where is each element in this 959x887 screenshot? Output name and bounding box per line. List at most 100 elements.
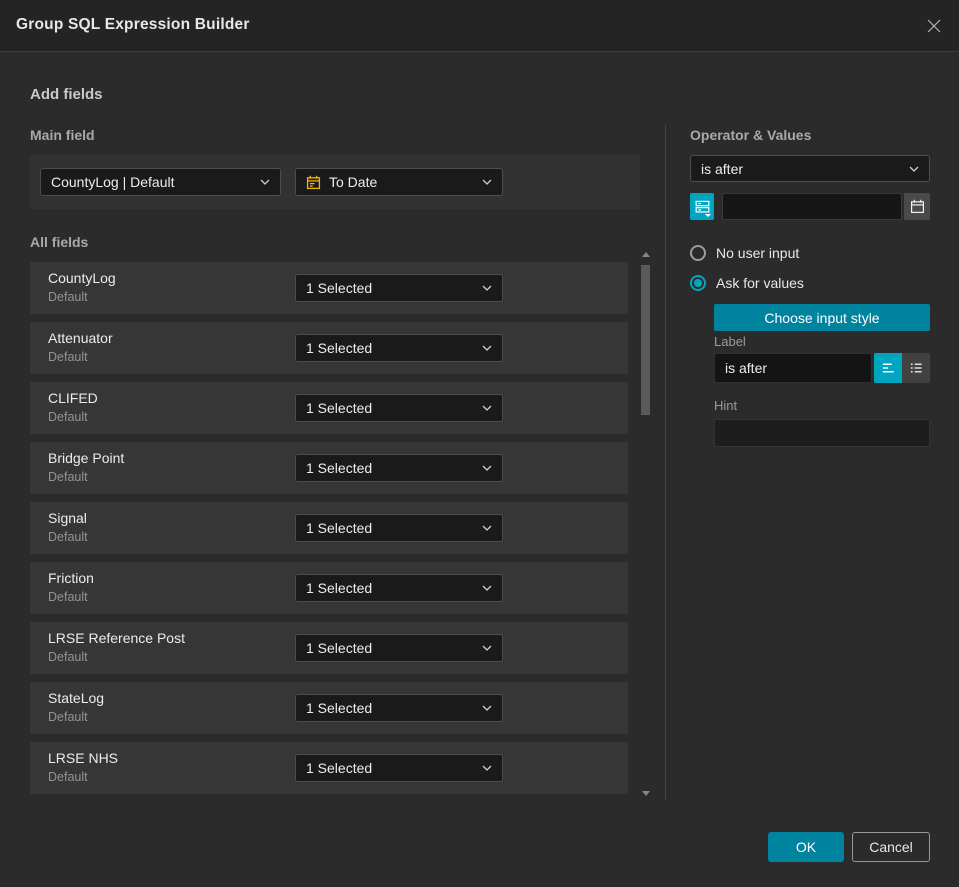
- field-selection-dropdown[interactable]: 1 Selected: [295, 274, 503, 302]
- chevron-down-icon: [482, 345, 492, 351]
- list-style-button[interactable]: [902, 353, 930, 383]
- user-input-radio-group: No user input Ask for values: [690, 244, 930, 304]
- main-field-panel: CountyLog | Default To Date: [30, 155, 640, 209]
- input-type-button[interactable]: [690, 193, 714, 220]
- title-bar: Group SQL Expression Builder: [0, 0, 959, 52]
- hint-field-label: Hint: [714, 398, 738, 413]
- field-selection-dropdown[interactable]: 1 Selected: [295, 634, 503, 662]
- operator-dropdown[interactable]: is after: [690, 155, 930, 182]
- field-selection-dropdown[interactable]: 1 Selected: [295, 694, 503, 722]
- chevron-down-icon: [482, 645, 492, 651]
- field-row: Bridge Point Default 1 Selected: [30, 442, 628, 494]
- field-name: StateLog: [48, 690, 105, 706]
- field-selection-dropdown[interactable]: 1 Selected: [295, 334, 503, 362]
- calendar-icon: [910, 199, 925, 214]
- chevron-down-icon: [482, 465, 492, 471]
- vertical-divider: [665, 125, 666, 800]
- field-row: Attenuator Default 1 Selected: [30, 322, 628, 374]
- field-selection-value: 1 Selected: [306, 280, 373, 296]
- field-name: CountyLog: [48, 270, 116, 286]
- field-selection-value: 1 Selected: [306, 640, 373, 656]
- field-selection-value: 1 Selected: [306, 340, 373, 356]
- date-picker-button[interactable]: [904, 193, 930, 220]
- field-name: LRSE NHS: [48, 750, 119, 766]
- hint-input[interactable]: [714, 419, 930, 447]
- add-fields-heading: Add fields: [30, 86, 103, 103]
- bullet-list-icon: [909, 361, 924, 375]
- ok-button[interactable]: OK: [768, 832, 844, 862]
- caret-down-icon: [705, 214, 711, 217]
- field-selection-value: 1 Selected: [306, 400, 373, 416]
- scroll-up-arrow-icon[interactable]: [641, 252, 650, 257]
- scroll-down-arrow-icon[interactable]: [641, 791, 650, 796]
- field-name: Attenuator: [48, 330, 113, 346]
- field-subtitle: Default: [48, 410, 88, 424]
- field-row: Friction Default 1 Selected: [30, 562, 628, 614]
- calendar-icon: [306, 175, 321, 190]
- chevron-down-icon: [482, 405, 492, 411]
- field-row: LRSE NHS Default 1 Selected: [30, 742, 628, 794]
- field-subtitle: Default: [48, 530, 88, 544]
- field-subtitle: Default: [48, 470, 88, 484]
- label-field-label: Label: [714, 334, 746, 349]
- label-input[interactable]: [714, 353, 872, 383]
- chevron-down-icon: [909, 166, 919, 172]
- value-input[interactable]: [722, 193, 902, 220]
- field-subtitle: Default: [48, 710, 88, 724]
- radio-option-no-user-input[interactable]: No user input: [690, 244, 930, 261]
- all-fields-label: All fields: [30, 234, 89, 250]
- field-name: LRSE Reference Post: [48, 630, 185, 646]
- radio-icon: [690, 244, 706, 261]
- field-row: LRSE Reference Post Default 1 Selected: [30, 622, 628, 674]
- all-fields-list: CountyLog Default 1 Selected Attenuator …: [30, 262, 628, 802]
- single-line-style-button[interactable]: [874, 353, 902, 383]
- align-left-icon: [881, 361, 896, 375]
- chevron-down-icon: [482, 585, 492, 591]
- field-selection-value: 1 Selected: [306, 700, 373, 716]
- field-name: Bridge Point: [48, 450, 125, 466]
- field-name: CLIFED: [48, 390, 98, 406]
- stacked-fields-icon: [695, 200, 710, 214]
- radio-icon: [690, 274, 706, 291]
- scrollbar[interactable]: [641, 250, 650, 798]
- choose-input-style-button[interactable]: Choose input style: [714, 304, 930, 331]
- field-selection-dropdown[interactable]: 1 Selected: [295, 574, 503, 602]
- chevron-down-icon: [482, 705, 492, 711]
- field-subtitle: Default: [48, 290, 88, 304]
- field-subtitle: Default: [48, 770, 88, 784]
- field-subtitle: Default: [48, 590, 88, 604]
- cancel-button[interactable]: Cancel: [852, 832, 930, 862]
- field-row: StateLog Default 1 Selected: [30, 682, 628, 734]
- field-subtitle: Default: [48, 650, 88, 664]
- radio-label: Ask for values: [716, 274, 804, 291]
- chevron-down-icon: [260, 179, 270, 185]
- field-selection-dropdown[interactable]: 1 Selected: [295, 754, 503, 782]
- main-field-label: Main field: [30, 127, 95, 143]
- field-type-dropdown-value: To Date: [329, 174, 378, 190]
- field-row: Signal Default 1 Selected: [30, 502, 628, 554]
- field-selection-value: 1 Selected: [306, 760, 373, 776]
- main-field-dropdown-value: CountyLog | Default: [51, 174, 175, 190]
- field-selection-value: 1 Selected: [306, 520, 373, 536]
- field-name: Signal: [48, 510, 87, 526]
- operator-dropdown-value: is after: [701, 160, 744, 177]
- field-name: Friction: [48, 570, 94, 586]
- radio-label: No user input: [716, 244, 800, 261]
- field-type-dropdown[interactable]: To Date: [295, 168, 503, 196]
- group-sql-expression-builder-dialog: Group SQL Expression Builder Add fields …: [0, 0, 959, 887]
- field-selection-dropdown[interactable]: 1 Selected: [295, 394, 503, 422]
- scrollbar-thumb[interactable]: [641, 265, 650, 415]
- chevron-down-icon: [482, 525, 492, 531]
- main-field-dropdown[interactable]: CountyLog | Default: [40, 168, 281, 196]
- chevron-down-icon: [482, 179, 492, 185]
- radio-option-ask-for-values[interactable]: Ask for values: [690, 274, 930, 291]
- dialog-title: Group SQL Expression Builder: [16, 16, 250, 33]
- chevron-down-icon: [482, 765, 492, 771]
- close-icon[interactable]: [924, 16, 944, 36]
- field-selection-value: 1 Selected: [306, 460, 373, 476]
- field-selection-dropdown[interactable]: 1 Selected: [295, 454, 503, 482]
- chevron-down-icon: [482, 285, 492, 291]
- operator-values-heading: Operator & Values: [690, 127, 812, 143]
- field-selection-dropdown[interactable]: 1 Selected: [295, 514, 503, 542]
- field-subtitle: Default: [48, 350, 88, 364]
